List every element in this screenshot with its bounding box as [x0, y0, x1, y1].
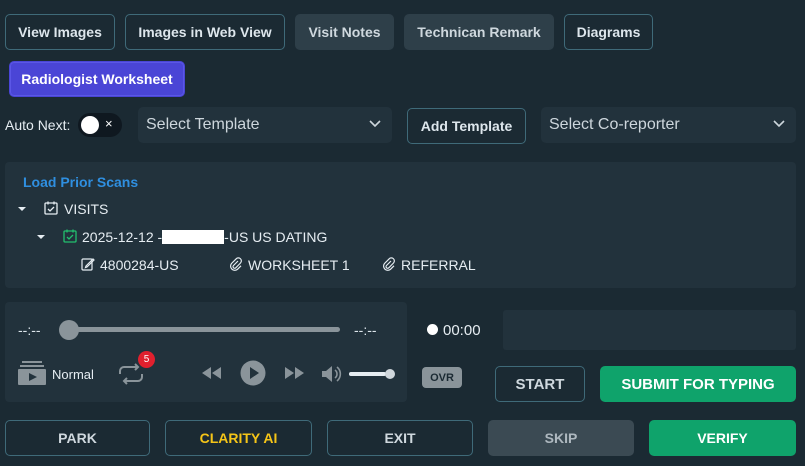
tab-images-in-web-view[interactable]: Images in Web View [125, 14, 285, 50]
playback-speed-label[interactable]: Normal [52, 367, 94, 382]
tab-visit-notes[interactable]: Visit Notes [295, 14, 394, 50]
visit-date-label: 2025-12-12 - [82, 229, 163, 245]
chevron-down-icon [773, 120, 785, 128]
overwrite-mode-badge[interactable]: OVR [422, 367, 462, 388]
chevron-down-icon [369, 120, 381, 128]
park-button[interactable]: PARK [5, 420, 150, 456]
tab-diagrams[interactable]: Diagrams [564, 14, 653, 50]
clarity-ai-button[interactable]: CLARITY AI [165, 420, 312, 456]
time-total: --:-- [354, 322, 377, 338]
auto-next-toggle[interactable]: × [78, 113, 122, 137]
seek-thumb[interactable] [59, 320, 79, 340]
calendar-check-icon [44, 201, 58, 215]
audio-player-panel [5, 302, 407, 402]
paperclip-icon [383, 257, 395, 271]
visit-description-label: -US US DATING [224, 229, 328, 245]
fast-forward-icon[interactable] [284, 365, 306, 381]
select-template-dropdown[interactable]: Select Template [138, 107, 392, 143]
auto-next-label: Auto Next: [5, 117, 71, 133]
toggle-off-icon: × [105, 116, 113, 131]
recording-waveform-area [503, 310, 796, 350]
rewind-icon[interactable] [200, 365, 222, 381]
tree-visit-item[interactable]: 2025-12-12 - -US US DATING [82, 229, 327, 245]
toggle-knob [81, 116, 99, 134]
tab-technician-remark[interactable]: Technican Remark [404, 14, 554, 50]
calendar-check-icon [63, 229, 77, 243]
caret-down-icon[interactable] [17, 204, 27, 214]
edit-icon [81, 258, 95, 271]
record-timer: 00:00 [443, 322, 481, 339]
paperclip-icon [230, 257, 242, 271]
play-icon[interactable] [240, 360, 266, 386]
add-template-button[interactable]: Add Template [407, 108, 526, 144]
tab-radiologist-worksheet[interactable]: Radiologist Worksheet [9, 61, 185, 97]
tree-child-referral[interactable]: REFERRAL [401, 257, 476, 273]
verify-button[interactable]: VERIFY [649, 420, 796, 456]
playlist-play-icon[interactable] [18, 360, 46, 386]
tree-visits-label[interactable]: VISITS [64, 201, 108, 217]
time-elapsed: --:-- [18, 322, 41, 338]
submit-for-typing-button[interactable]: SUBMIT FOR TYPING [600, 366, 796, 402]
skip-button[interactable]: SKIP [488, 420, 634, 456]
volume-icon[interactable] [321, 364, 343, 384]
redacted-block [162, 230, 225, 244]
record-indicator-icon [427, 324, 438, 335]
tree-child-worksheet[interactable]: WORKSHEET 1 [248, 257, 350, 273]
tab-view-images[interactable]: View Images [5, 14, 115, 50]
repeat-count-badge: 5 [138, 351, 155, 368]
select-coreporter-placeholder: Select Co-reporter [549, 116, 680, 133]
tree-child-accession[interactable]: 4800284-US [100, 257, 179, 273]
select-coreporter-dropdown[interactable]: Select Co-reporter [541, 107, 796, 143]
load-prior-scans-link[interactable]: Load Prior Scans [23, 174, 138, 190]
exit-button[interactable]: EXIT [327, 420, 473, 456]
caret-down-icon[interactable] [36, 232, 46, 242]
select-template-placeholder: Select Template [146, 116, 260, 133]
start-button[interactable]: START [495, 366, 585, 402]
seek-bar[interactable] [64, 327, 340, 332]
volume-fill [349, 372, 386, 376]
volume-thumb[interactable] [384, 369, 395, 379]
